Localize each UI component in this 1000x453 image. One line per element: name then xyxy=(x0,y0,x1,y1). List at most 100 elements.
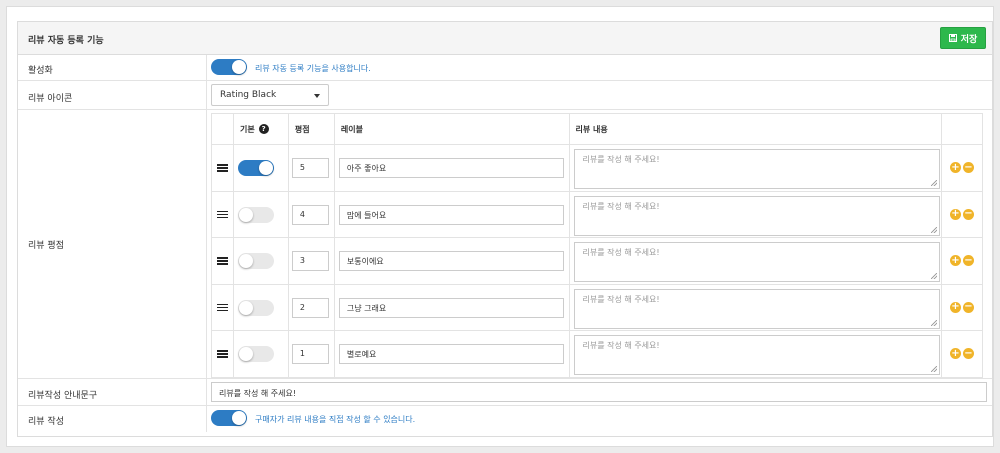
activation-help-text: 리뷰 자동 등록 기능을 사용합니다. xyxy=(255,64,371,73)
add-circle-icon[interactable]: + xyxy=(950,348,961,359)
add-circle-icon[interactable]: + xyxy=(950,301,961,313)
icon-row: 리뷰 아이콘 Rating Black xyxy=(18,81,992,110)
score-cell: 1 xyxy=(287,330,335,378)
rating-table-row: 4 맘에 들어요 리뷰를 작성 해 주세요! + − xyxy=(211,190,983,238)
rating-table-row: 3 보통이에요 리뷰를 작성 해 주세요! + − xyxy=(211,237,983,285)
label-cell: 맘에 들어요 xyxy=(333,190,570,238)
review-content-textarea[interactable]: 리뷰를 작성 해 주세요! xyxy=(573,149,940,189)
save-button-label: 저장 xyxy=(960,34,978,45)
actions-cell: + − xyxy=(941,190,983,238)
rating-value: 기본? 평점 레이블 리뷰 내용 5 아주 좋아요 리뷰를 작성 해 주세요! … xyxy=(206,110,992,378)
rating-label: 리뷰 평점 xyxy=(28,241,64,251)
remove-circle-icon[interactable]: − xyxy=(963,208,974,220)
score-input[interactable]: 1 xyxy=(291,344,329,364)
remove-circle-icon[interactable]: − xyxy=(963,255,974,266)
default-toggle[interactable] xyxy=(237,160,274,176)
remove-circle-icon[interactable]: − xyxy=(963,348,974,359)
actions-cell: + − xyxy=(941,283,983,331)
review-content-placeholder: 리뷰를 작성 해 주세요! xyxy=(582,155,660,164)
guide-label: 리뷰작성 안내문구 xyxy=(28,391,98,401)
score-cell: 3 xyxy=(287,237,335,285)
actions-cell: + − xyxy=(941,330,983,378)
default-cell xyxy=(232,283,289,331)
resize-grip-icon[interactable] xyxy=(930,226,937,233)
page-container: 리뷰 자동 등록 기능 저장 활성화 리뷰 자동 등록 기능을 사용합니다. 리… xyxy=(6,6,994,447)
drag-handle-icon[interactable] xyxy=(217,210,228,220)
resize-grip-icon[interactable] xyxy=(930,319,937,326)
review-content-textarea[interactable]: 리뷰를 작성 해 주세요! xyxy=(573,288,940,329)
default-column-header: 기본? xyxy=(232,113,289,145)
label-input[interactable]: 별로예요 xyxy=(338,344,564,364)
add-circle-icon[interactable]: + xyxy=(950,255,961,266)
resize-grip-icon[interactable] xyxy=(930,180,937,186)
label-cell: 별로예요 xyxy=(333,330,570,378)
drag-handle-icon[interactable] xyxy=(217,303,228,313)
rating-icon-selected: Rating Black xyxy=(220,90,277,100)
default-header-label: 기본 xyxy=(239,124,255,134)
add-circle-icon[interactable]: + xyxy=(950,162,961,173)
drag-handle-icon[interactable] xyxy=(217,164,228,173)
rating-table-row: 1 별로예요 리뷰를 작성 해 주세요! + − xyxy=(211,330,983,378)
activation-value: 리뷰 자동 등록 기능을 사용합니다. xyxy=(206,55,992,80)
review-auto-register-panel: 리뷰 자동 등록 기능 저장 활성화 리뷰 자동 등록 기능을 사용합니다. 리… xyxy=(17,21,993,437)
label-input[interactable]: 그냥 그래요 xyxy=(338,297,564,318)
floppy-disk-icon xyxy=(948,34,957,42)
drag-cell xyxy=(211,330,234,378)
default-toggle[interactable] xyxy=(237,206,274,223)
default-cell xyxy=(232,190,289,238)
drag-handle-icon[interactable] xyxy=(217,257,228,266)
remove-circle-icon[interactable]: − xyxy=(963,162,974,173)
default-toggle[interactable] xyxy=(237,299,274,316)
content-cell: 리뷰를 작성 해 주세요! xyxy=(568,283,943,331)
save-button[interactable]: 저장 xyxy=(940,27,986,49)
icon-value: Rating Black xyxy=(206,81,992,109)
write-toggle[interactable] xyxy=(211,410,247,426)
label-cell: 아주 좋아요 xyxy=(333,144,570,192)
rating-table: 기본? 평점 레이블 리뷰 내용 5 아주 좋아요 리뷰를 작성 해 주세요! … xyxy=(211,113,983,378)
help-question-icon[interactable]: ? xyxy=(258,124,269,134)
label-input[interactable]: 아주 좋아요 xyxy=(338,158,564,178)
content-column-header: 리뷰 내용 xyxy=(568,113,943,145)
resize-grip-icon[interactable] xyxy=(930,366,937,372)
default-cell xyxy=(232,144,289,192)
default-toggle[interactable] xyxy=(237,346,274,362)
drag-cell xyxy=(211,190,234,238)
label-input[interactable]: 보통이에요 xyxy=(338,251,564,271)
score-input[interactable]: 4 xyxy=(291,204,329,225)
default-toggle[interactable] xyxy=(237,253,274,269)
content-cell: 리뷰를 작성 해 주세요! xyxy=(568,330,943,378)
drag-cell xyxy=(211,144,234,192)
score-input[interactable]: 5 xyxy=(291,158,329,178)
chevron-down-icon xyxy=(314,94,320,98)
score-cell: 2 xyxy=(287,283,335,331)
review-content-placeholder: 리뷰를 작성 해 주세요! xyxy=(582,248,660,257)
guide-row: 리뷰작성 안내문구 리뷰를 작성 해 주세요! xyxy=(18,379,992,406)
write-help-text: 구매자가 리뷰 내용을 직접 작성 할 수 있습니다. xyxy=(255,415,416,424)
remove-circle-icon[interactable]: − xyxy=(963,301,974,313)
label-input[interactable]: 맘에 들어요 xyxy=(338,204,564,225)
drag-column-header xyxy=(211,113,234,145)
rating-icon-select[interactable]: Rating Black xyxy=(211,84,329,106)
review-content-textarea[interactable]: 리뷰를 작성 해 주세요! xyxy=(573,335,940,375)
score-cell: 5 xyxy=(287,144,335,192)
rating-table-header: 기본? 평점 레이블 리뷰 내용 xyxy=(211,113,983,145)
drag-handle-icon[interactable] xyxy=(217,350,228,359)
panel-title: 리뷰 자동 등록 기능 xyxy=(28,36,104,46)
review-content-placeholder: 리뷰를 작성 해 주세요! xyxy=(582,341,660,350)
activation-row: 활성화 리뷰 자동 등록 기능을 사용합니다. xyxy=(18,55,992,81)
review-content-placeholder: 리뷰를 작성 해 주세요! xyxy=(582,294,660,304)
resize-grip-icon[interactable] xyxy=(930,273,937,279)
content-cell: 리뷰를 작성 해 주세요! xyxy=(568,237,943,285)
write-row: 리뷰 작성 구매자가 리뷰 내용을 직접 작성 할 수 있습니다. xyxy=(18,406,992,432)
activation-toggle[interactable] xyxy=(211,59,247,75)
drag-cell xyxy=(211,237,234,285)
add-circle-icon[interactable]: + xyxy=(950,208,961,220)
score-input[interactable]: 2 xyxy=(291,297,329,318)
guide-text-input[interactable]: 리뷰를 작성 해 주세요! xyxy=(211,382,987,402)
score-input[interactable]: 3 xyxy=(291,251,329,271)
activation-label: 활성화 xyxy=(28,66,53,76)
label-cell: 그냥 그래요 xyxy=(333,283,570,331)
review-content-textarea[interactable]: 리뷰를 작성 해 주세요! xyxy=(573,242,940,282)
review-content-textarea[interactable]: 리뷰를 작성 해 주세요! xyxy=(573,195,940,236)
actions-cell: + − xyxy=(941,144,983,192)
